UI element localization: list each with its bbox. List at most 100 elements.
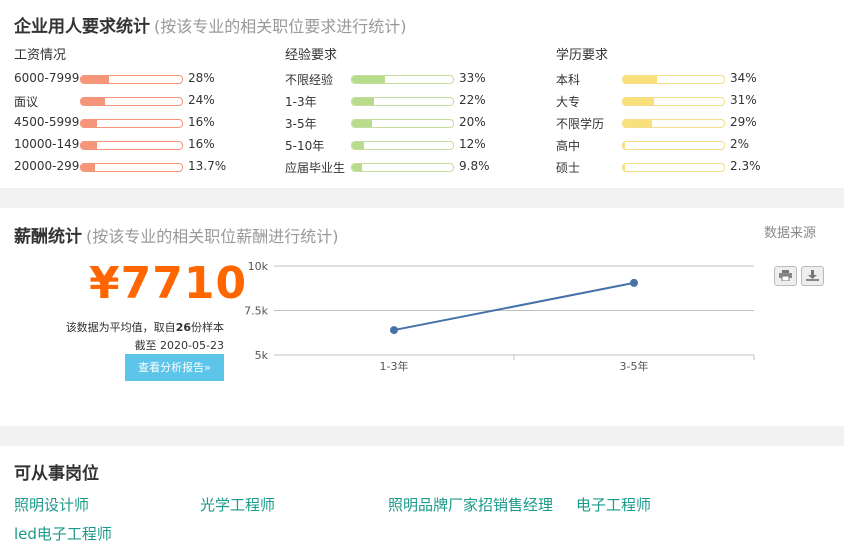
download-button[interactable] — [801, 266, 824, 286]
y-tick-label: 10k — [248, 260, 269, 273]
stat-row: 10000-14999 16% — [14, 134, 274, 156]
stat-label: 1-3年 — [285, 95, 317, 109]
section-divider — [0, 188, 844, 208]
stat-percent: 28% — [188, 71, 215, 85]
stat-bar — [622, 163, 725, 172]
sample-note-prefix: 该数据为平均值，取自 — [65, 321, 176, 334]
stat-percent: 13.7% — [188, 159, 227, 173]
salary-subtitle: (按该专业的相关职位薪酬进行统计) — [86, 227, 339, 246]
stat-bar-fill — [352, 164, 362, 171]
stat-bar — [622, 75, 725, 84]
requirement-column: 学历要求本科 34% 大专 31% 不限学历 29% 高中 2% 硕士 2.3% — [556, 46, 816, 178]
stat-row: 1-3年 22% — [285, 90, 545, 112]
print-button[interactable] — [774, 266, 797, 286]
job-link[interactable]: 照明品牌厂家招销售经理 — [388, 494, 553, 515]
stat-row: 高中 2% — [556, 134, 816, 156]
stat-bar — [351, 163, 454, 172]
stat-percent: 33% — [459, 71, 486, 85]
date-note: 截至 2020-05-23 — [134, 339, 224, 352]
stat-row: 面议 24% — [14, 90, 274, 112]
stat-percent: 16% — [188, 115, 215, 129]
stat-label: 20000-29999 — [14, 159, 80, 173]
stat-percent: 29% — [730, 115, 757, 129]
requirements-heading: 企业用人要求统计 — [14, 17, 150, 37]
section-divider-2 — [0, 426, 844, 446]
x-tick-label: 1-3年 — [380, 359, 409, 373]
stat-bar-fill — [81, 98, 106, 105]
requirements-section: 企业用人要求统计 (按该专业的相关职位要求进行统计) 工资情况 6000-7999 2… — [0, 0, 844, 188]
stat-label: 硕士 — [556, 161, 581, 175]
stat-label: 应届毕业生 — [285, 161, 346, 175]
stat-label: 4500-5999 — [14, 115, 80, 129]
stat-bar-fill — [623, 98, 655, 105]
job-link[interactable]: led电子工程师 — [14, 523, 112, 544]
stat-bar — [622, 97, 725, 106]
stat-row: 大专 31% — [556, 90, 816, 112]
stat-percent: 9.8% — [459, 159, 490, 173]
data-source-link[interactable]: 数据来源 — [764, 222, 816, 241]
stat-bar-fill — [352, 142, 365, 149]
column-heading: 经验要求 — [285, 48, 338, 63]
stat-row: 20000-29999 13.7% — [14, 156, 274, 178]
stat-bar — [351, 97, 454, 106]
requirement-column: 经验要求 不限经验 33% 1-3年 22% 3-5年 20% 5-10年 12% 应届毕业生 9.… — [285, 46, 545, 178]
average-salary: ¥7710 — [89, 258, 248, 309]
stat-label: 6000-7999 — [14, 71, 80, 85]
series-line — [393, 281, 635, 332]
stat-bar — [80, 163, 183, 172]
stat-label: 大专 — [556, 95, 581, 109]
stat-row: 6000-7999 28% — [14, 68, 274, 90]
stat-percent: 24% — [188, 93, 215, 107]
x-tick-label: 3-5年 — [620, 359, 649, 373]
sample-note-suffix: 份样本 — [191, 321, 224, 334]
requirement-column: 工资情况 6000-7999 28% 面议 24% 4500-5999 16% 10000-1… — [14, 46, 274, 178]
view-report-button[interactable]: 查看分析报告» — [125, 354, 224, 381]
column-heading: 工资情况 — [14, 48, 67, 63]
data-point — [630, 278, 638, 287]
stat-row: 3-5年 20% — [285, 112, 545, 134]
job-link[interactable]: 照明设计师 — [14, 494, 89, 515]
requirements-subtitle: (按该专业的相关职位要求进行统计) — [154, 17, 407, 36]
stat-label: 不限学历 — [556, 117, 605, 131]
printer-icon — [779, 270, 792, 281]
stat-label: 10000-14999 — [14, 137, 80, 151]
salary-chart: 5k 7.5k 10k 1-3年 3-5年 — [244, 260, 755, 373]
stat-bar-fill — [623, 164, 626, 171]
stat-bar — [80, 97, 183, 106]
y-tick-label: 5k — [255, 349, 269, 362]
stat-label: 3-5年 — [285, 117, 317, 131]
stat-bar — [80, 141, 183, 150]
stat-bar-fill — [81, 142, 98, 149]
stat-row: 硕士 2.3% — [556, 156, 816, 178]
stat-bar — [80, 119, 183, 128]
stat-row: 本科 34% — [556, 68, 816, 90]
stat-percent: 2% — [730, 137, 750, 151]
stat-percent: 12% — [459, 137, 486, 151]
jobs-title: 可从事岗位 — [14, 464, 99, 484]
stat-bar-fill — [352, 76, 386, 83]
stat-percent: 31% — [730, 93, 757, 107]
stat-row: 不限学历 29% — [556, 112, 816, 134]
stat-bar — [351, 75, 454, 84]
stat-bar — [622, 119, 725, 128]
stat-bar-fill — [352, 120, 373, 127]
salary-heading: 薪酬统计 — [14, 227, 82, 247]
stat-bar-fill — [623, 120, 653, 127]
stat-percent: 34% — [730, 71, 757, 85]
stat-bar-fill — [352, 98, 375, 105]
stat-bar — [80, 75, 183, 84]
stat-bar — [351, 141, 454, 150]
stat-label: 高中 — [556, 139, 581, 153]
column-heading: 学历要求 — [556, 48, 609, 63]
job-link[interactable]: 电子工程师 — [576, 494, 651, 515]
job-link[interactable]: 光学工程师 — [200, 494, 275, 515]
stat-label: 不限经验 — [285, 73, 334, 87]
stat-percent: 16% — [188, 137, 215, 151]
y-tick-label: 7.5k — [244, 305, 268, 318]
stat-percent: 22% — [459, 93, 486, 107]
stat-row: 应届毕业生 9.8% — [285, 156, 545, 178]
requirements-title: 企业用人要求统计 (按该专业的相关职位要求进行统计) — [14, 12, 407, 37]
stat-bar-fill — [81, 164, 95, 171]
download-icon — [806, 270, 819, 281]
salary-title: 薪酬统计 (按该专业的相关职位薪酬进行统计) — [14, 222, 339, 247]
